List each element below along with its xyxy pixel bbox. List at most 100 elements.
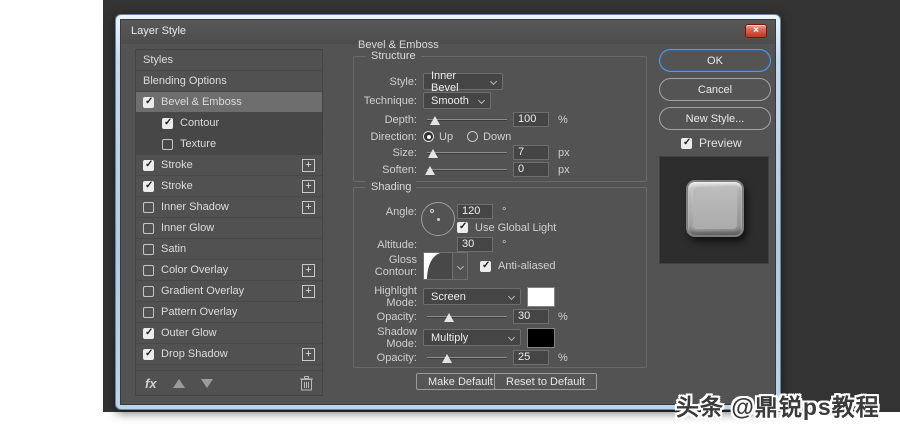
sidebar-item-drop-shadow[interactable]: Drop Shadow: [136, 344, 322, 365]
ok-button[interactable]: OK: [659, 49, 771, 72]
add-effect-icon[interactable]: [302, 263, 315, 277]
checkbox[interactable]: [162, 117, 173, 129]
sidebar-item-contour[interactable]: Contour: [136, 113, 322, 134]
highlight-color-swatch[interactable]: [527, 286, 555, 307]
delete-effect-icon[interactable]: [300, 375, 313, 391]
gloss-contour-thumbnail[interactable]: [423, 252, 453, 280]
soften-slider[interactable]: [425, 163, 507, 177]
style-preview: [659, 156, 769, 264]
style-dropdown[interactable]: Inner Bevel: [423, 70, 503, 94]
add-effect-icon[interactable]: [302, 179, 315, 193]
checkbox[interactable]: [143, 243, 154, 255]
sidebar-item-inner-shadow[interactable]: Inner Shadow: [136, 197, 322, 218]
shadow-mode-dropdown[interactable]: Multiply: [423, 329, 521, 346]
shadow-opacity-input[interactable]: 25: [513, 350, 549, 365]
checkbox[interactable]: [162, 138, 173, 150]
sidebar-item-color-overlay[interactable]: Color Overlay: [136, 260, 322, 281]
sidebar-item-pattern-overlay[interactable]: Pattern Overlay: [136, 302, 322, 323]
size-slider[interactable]: [427, 146, 507, 160]
slider-knob[interactable]: [430, 115, 440, 125]
highlight-opacity-input[interactable]: 30: [513, 309, 549, 324]
sidebar-item-label: Inner Glow: [161, 222, 215, 234]
titlebar[interactable]: Layer Style ×: [121, 20, 775, 44]
sidebar-item-bevel-emboss[interactable]: Bevel & Emboss: [136, 92, 322, 113]
gloss-contour-picker[interactable]: [453, 252, 468, 280]
sidebar-item-label: Bevel & Emboss: [161, 96, 242, 108]
technique-dropdown[interactable]: Smooth: [423, 92, 491, 109]
sidebar-item-stroke-1[interactable]: Stroke: [136, 155, 322, 176]
checkbox[interactable]: [143, 159, 154, 171]
preview-toggle[interactable]: Preview: [681, 136, 742, 150]
sidebar-item-blending-options[interactable]: Blending Options: [136, 71, 322, 92]
preview-checkbox[interactable]: [681, 137, 692, 149]
angle-input[interactable]: 120: [457, 204, 493, 219]
sidebar-item-texture[interactable]: Texture: [136, 134, 322, 155]
use-global-light-checkbox[interactable]: [457, 221, 468, 233]
add-effect-icon[interactable]: [302, 347, 315, 361]
layer-style-dialog: Layer Style × Styles Blending Options Be…: [115, 14, 781, 410]
slider-knob[interactable]: [444, 312, 455, 322]
direction-down-label: Down: [483, 130, 512, 143]
checkbox[interactable]: [143, 327, 154, 339]
new-style-button[interactable]: New Style...: [659, 107, 771, 130]
opacity-label: Opacity:: [376, 351, 417, 364]
slider-track: [427, 315, 507, 318]
depth-slider[interactable]: [427, 113, 507, 127]
soften-unit: px: [558, 163, 570, 176]
add-effect-icon[interactable]: [302, 200, 315, 214]
angle-dial-pointer: [430, 209, 434, 213]
slider-knob[interactable]: [442, 353, 452, 363]
make-default-button[interactable]: Make Default: [416, 373, 505, 390]
sidebar-item-styles[interactable]: Styles: [136, 50, 322, 71]
checkbox[interactable]: [143, 285, 154, 297]
direction-down-radio[interactable]: [467, 131, 479, 142]
anti-aliased-label: Anti-aliased: [498, 260, 556, 272]
sidebar-item-label: Texture: [180, 138, 217, 150]
angle-unit: °: [502, 205, 507, 218]
dialog-title: Layer Style: [131, 25, 187, 37]
chevron-down-icon: [489, 77, 498, 86]
checkbox[interactable]: [143, 348, 154, 360]
cancel-button[interactable]: Cancel: [659, 78, 771, 101]
slider-knob[interactable]: [427, 148, 438, 158]
checkbox[interactable]: [143, 180, 154, 192]
sidebar-item-label: Satin: [161, 243, 187, 255]
checkbox[interactable]: [143, 222, 154, 234]
technique-row: Technique: Smooth: [346, 92, 491, 109]
checkbox[interactable]: [143, 96, 154, 108]
size-label: Size:: [392, 146, 417, 159]
direction-row: Direction: Up Down: [346, 128, 525, 145]
sidebar-item-outer-glow[interactable]: Outer Glow: [136, 323, 322, 344]
shadow-opacity-slider[interactable]: [427, 351, 507, 365]
depth-label: Depth:: [384, 113, 417, 126]
checkbox[interactable]: [143, 264, 154, 276]
soften-row: Soften: 0 px: [346, 161, 570, 178]
sidebar-item-satin[interactable]: Satin: [136, 239, 322, 260]
slider-knob[interactable]: [425, 165, 435, 175]
highlight-mode-row: Highlight Mode: Screen: [346, 285, 555, 309]
checkbox[interactable]: [143, 306, 154, 318]
style-row: Style: Inner Bevel: [346, 70, 503, 94]
checkbox[interactable]: [143, 201, 154, 213]
highlight-mode-dropdown[interactable]: Screen: [423, 288, 521, 305]
depth-input[interactable]: 100: [513, 112, 549, 127]
anti-aliased-checkbox[interactable]: [480, 260, 491, 272]
fx-icon[interactable]: fx: [145, 376, 157, 391]
add-effect-icon[interactable]: [302, 158, 315, 172]
sidebar-item-stroke-2[interactable]: Stroke: [136, 176, 322, 197]
reset-to-default-button[interactable]: Reset to Default: [494, 373, 597, 390]
highlight-opacity-slider[interactable]: [427, 310, 507, 324]
shadow-color-swatch[interactable]: [527, 327, 555, 348]
direction-up-radio[interactable]: [423, 131, 434, 142]
soften-input[interactable]: 0: [513, 162, 549, 177]
add-effect-icon[interactable]: [302, 284, 315, 298]
sidebar-item-inner-glow[interactable]: Inner Glow: [136, 218, 322, 239]
move-up-icon[interactable]: [172, 378, 185, 388]
close-icon[interactable]: ×: [745, 24, 767, 38]
sidebar-item-gradient-overlay[interactable]: Gradient Overlay: [136, 281, 322, 302]
sidebar-item-label: Styles: [143, 54, 173, 66]
move-down-icon[interactable]: [200, 378, 213, 388]
altitude-input[interactable]: 30: [457, 237, 493, 252]
bevel-emboss-panel: Bevel & Emboss Structure Shading Style: …: [346, 39, 652, 395]
size-input[interactable]: 7: [513, 145, 549, 160]
